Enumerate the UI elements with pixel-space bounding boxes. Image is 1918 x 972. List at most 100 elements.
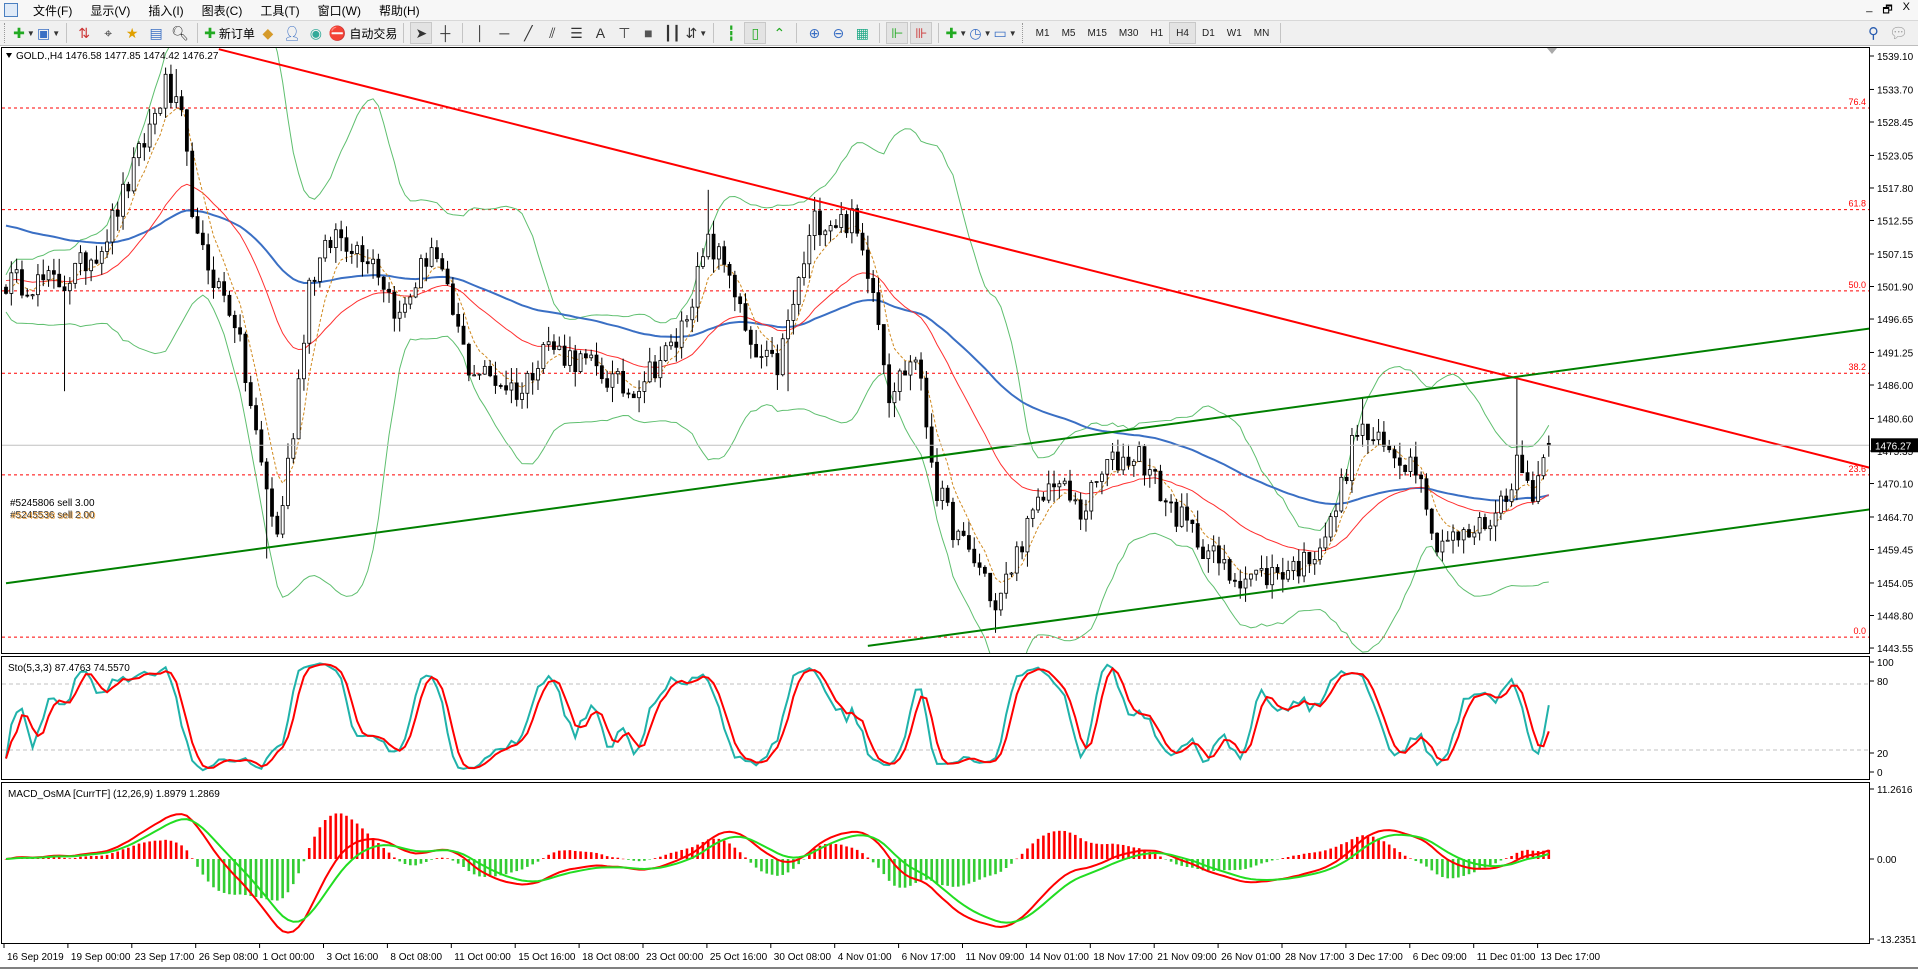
toolbar-grip[interactable] (4, 23, 8, 43)
vertical-line-tool[interactable]: │ (469, 22, 491, 44)
search-icon[interactable]: ⚲ (1868, 24, 1879, 42)
horizontal-line-tool[interactable]: ─ (493, 22, 515, 44)
timeframe-h1[interactable]: H1 (1144, 23, 1169, 43)
tile-windows-button[interactable]: ▦ (851, 22, 873, 44)
fibonacci-tool[interactable]: ☰ (565, 22, 587, 44)
macd-histogram-bar (307, 848, 311, 859)
account-button[interactable]: 👤︎ (281, 22, 303, 44)
candle-body (243, 333, 248, 383)
chat-icon[interactable]: 💬︎ (1889, 24, 1908, 42)
candle-body (1014, 546, 1019, 574)
chart-window[interactable]: 76.461.850.038.223.60.0 1539.101533.7015… (0, 0, 1918, 972)
candle-body (1397, 457, 1402, 466)
macd-histogram-bar (95, 855, 98, 859)
navigator-button[interactable]: ★ (121, 22, 143, 44)
candle[interactable] (243, 331, 248, 392)
candlestick-button[interactable]: ▯ (744, 22, 767, 44)
candle[interactable] (541, 342, 546, 374)
candle-body (1206, 550, 1211, 560)
candle[interactable] (855, 204, 860, 237)
timeframe-m5[interactable]: M5 (1056, 23, 1082, 43)
minimize-button[interactable]: _ (1866, 1, 1872, 20)
strategy-tester-button[interactable]: 🔍︎ (169, 22, 191, 44)
toolbar-grip[interactable] (1021, 23, 1026, 43)
data-window-button[interactable]: ⌖ (97, 22, 119, 44)
timeframe-mn[interactable]: MN (1248, 23, 1276, 43)
candle-body (317, 257, 322, 282)
menu-charts[interactable]: 图表(C) (193, 2, 252, 19)
macd-label: MACD_OsMA [CurrTF] (12,26,9) 1.8979 1.28… (8, 789, 220, 800)
timeframe-d1[interactable]: D1 (1196, 23, 1221, 43)
candle-body (780, 338, 785, 376)
crosshair-tool[interactable]: ┼ (434, 22, 456, 44)
chart-shift-button[interactable]: ⊪ (910, 22, 933, 44)
templates-button[interactable]: ▭ ▼ (994, 22, 1017, 44)
macd-histogram-bar (712, 838, 715, 859)
signals-button[interactable]: ◉ (305, 22, 327, 44)
candle[interactable] (419, 254, 423, 289)
candle-body (419, 258, 423, 289)
macd-histogram-bar (632, 859, 636, 861)
trendline-tool[interactable]: ╱ (517, 22, 539, 44)
restore-button[interactable]: 🗗 (1882, 1, 1892, 20)
candle[interactable] (190, 142, 195, 219)
candle-body (280, 505, 285, 535)
menu-tools[interactable]: 工具(T) (251, 2, 308, 19)
candle-body (1158, 470, 1163, 502)
candle[interactable] (1227, 557, 1232, 584)
market-watch-button[interactable]: ⇅ (73, 22, 95, 44)
bar-chart-button[interactable]: ┇ (720, 22, 742, 44)
candle[interactable] (578, 350, 583, 374)
profiles-button[interactable]: ▣ ▼ (37, 22, 60, 44)
zoom-in-button[interactable]: ⊕ (803, 22, 825, 44)
autoscroll-button[interactable]: ⊩ (886, 22, 909, 44)
timeframe-m1[interactable]: M1 (1030, 23, 1056, 43)
macd-histogram-bar (834, 844, 838, 859)
candle-body (1472, 532, 1477, 538)
menu-file[interactable]: 文件(F) (24, 2, 81, 19)
timeframe-h4[interactable]: H4 (1169, 22, 1196, 44)
candle[interactable] (1328, 513, 1333, 542)
close-button[interactable]: X (1903, 1, 1910, 20)
line-chart-button[interactable]: ⌃ (768, 22, 790, 44)
timeframe-m15[interactable]: M15 (1081, 23, 1112, 43)
timeframe-m30[interactable]: M30 (1113, 23, 1144, 43)
terminal-button[interactable]: ▤ (145, 22, 167, 44)
candle[interactable] (780, 333, 785, 377)
new-order-button[interactable]: ✚ 新订单 (204, 22, 255, 44)
channel-tool[interactable]: ⫽ (541, 22, 563, 44)
vertical-line-icon: │ (475, 25, 485, 41)
menu-help[interactable]: 帮助(H) (370, 2, 429, 19)
indicators-button[interactable]: ✚ ▼ (945, 22, 968, 44)
new-chart-button[interactable]: ✚ ▼ (13, 22, 35, 44)
zoom-out-button[interactable]: ⊖ (827, 22, 849, 44)
menu-insert[interactable]: 插入(I) (139, 2, 192, 19)
macd-histogram-bar (1403, 855, 1407, 859)
menu-view[interactable]: 显示(V) (81, 2, 139, 19)
candle[interactable] (466, 342, 471, 382)
candle[interactable] (307, 277, 312, 354)
auto-trading-button[interactable]: ⛔ 自动交易 (329, 22, 397, 44)
cursor-tool[interactable]: ➤ (410, 22, 433, 44)
candle-body (839, 214, 844, 228)
periods-button[interactable]: ◷ ▼ (969, 22, 991, 44)
candle[interactable] (1541, 454, 1546, 480)
price-axis-label: 1507.15 (1877, 250, 1914, 261)
candle[interactable] (296, 369, 301, 440)
time-axis-label: 11 Oct 00:00 (454, 952, 511, 963)
arrows-tool[interactable]: ⇵ ▼ (685, 22, 708, 44)
candle-body (142, 143, 147, 148)
candle-body (1334, 510, 1338, 518)
text-tool[interactable]: A (589, 22, 611, 44)
timeframe-w1[interactable]: W1 (1221, 23, 1248, 43)
time-axis-label: 16 Sep 2019 (7, 952, 64, 963)
macd-histogram-bar (568, 850, 572, 859)
candle-body (302, 342, 306, 380)
rectangle-tool[interactable]: ■ (637, 22, 659, 44)
candle-body (1424, 478, 1429, 510)
cycle-lines-tool[interactable]: ┃┃ (661, 22, 683, 44)
candle[interactable] (1424, 473, 1429, 516)
text-label-tool[interactable]: ⊤ (613, 22, 635, 44)
menu-window[interactable]: 窗口(W) (309, 2, 370, 19)
metaeditor-button[interactable]: ◆ (257, 22, 279, 44)
